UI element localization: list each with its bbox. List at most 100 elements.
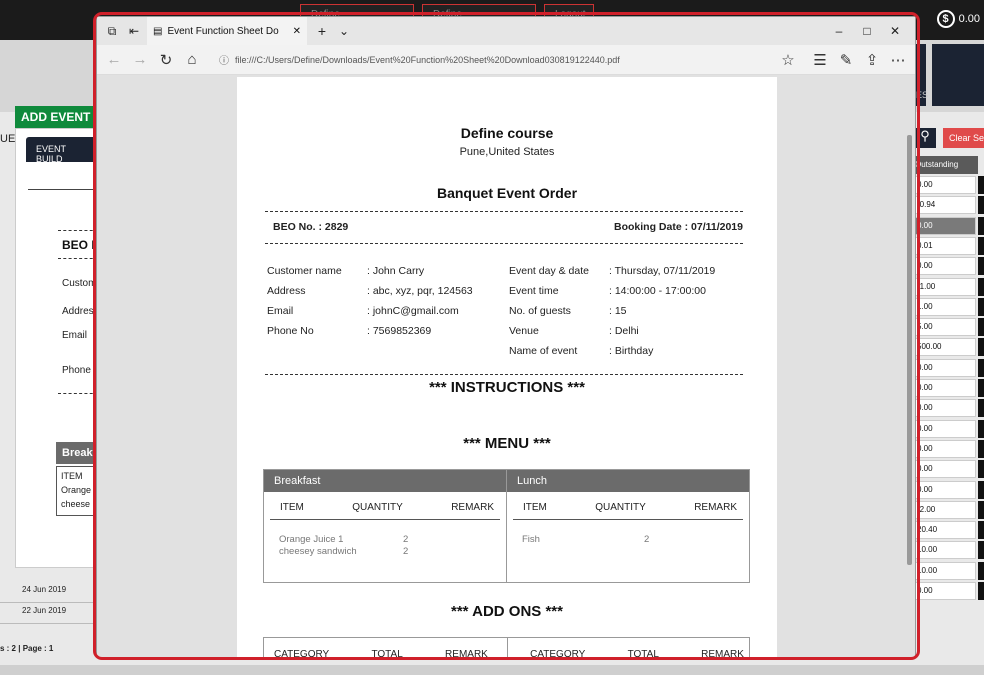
row-action[interactable] <box>978 236 984 255</box>
row-action[interactable] <box>978 216 984 235</box>
tile-label: ES <box>916 90 929 100</box>
info-label: Phone No <box>267 325 314 337</box>
row-action[interactable] <box>978 541 984 560</box>
row-action[interactable] <box>978 277 984 296</box>
toolbar-tile-2[interactable] <box>932 44 984 106</box>
divider <box>0 602 100 603</box>
breakfast-items: Orange Juice 1 2 cheesey sandwich 2 <box>264 534 506 558</box>
addons-title: *** ADD ONS *** <box>451 603 563 620</box>
home-icon[interactable]: ⌂ <box>179 51 205 68</box>
outstanding-cell: 10.00 <box>912 561 976 580</box>
pdf-viewer[interactable]: Define course Pune,United States Banquet… <box>97 75 915 657</box>
addons-columns: CATEGORY TOTAL REMARK CATEGORY TOTAL REM… <box>274 649 744 657</box>
outstanding-cell: 0.00 <box>912 460 976 479</box>
row-action[interactable] <box>978 582 984 600</box>
email-fragment: Email <box>62 330 88 341</box>
lunch-header: Lunch <box>507 470 749 492</box>
outstanding-cell: 0.00 <box>912 379 976 397</box>
orange-fragment: Orange <box>61 485 92 495</box>
outstanding-cell: 0.00 <box>912 419 976 438</box>
info-icon[interactable]: ⓘ <box>219 52 229 67</box>
row-action[interactable] <box>978 399 984 418</box>
forward-icon[interactable]: → <box>127 51 153 68</box>
status-strip <box>0 665 984 675</box>
chevron-down-icon[interactable]: ⌄ <box>337 24 351 38</box>
clear-search-button[interactable]: Clear Search <box>943 128 984 148</box>
row-action[interactable] <box>978 318 984 337</box>
row-action[interactable] <box>978 257 984 276</box>
maximize-button[interactable]: □ <box>853 24 881 38</box>
tab-title: Event Function Sheet Do <box>167 25 279 37</box>
close-window-button[interactable]: ✕ <box>881 24 909 38</box>
row-action[interactable] <box>978 379 984 397</box>
outstanding-cell: 0.00 <box>912 257 976 276</box>
row-action[interactable] <box>978 561 984 580</box>
info-label: Email <box>267 305 294 317</box>
pager-text: s : 2 | Page : 1 <box>0 644 54 653</box>
breakfast-fragment: Breakf <box>56 442 98 464</box>
lunch-items: Fish 2 <box>507 534 749 545</box>
col-category: CATEGORY <box>530 649 586 657</box>
row-action[interactable] <box>978 500 984 519</box>
row-action[interactable] <box>978 358 984 377</box>
row-action[interactable] <box>978 297 984 316</box>
row-action[interactable] <box>978 521 984 540</box>
row-action[interactable] <box>978 176 984 194</box>
left-edge-label: UE <box>0 133 16 145</box>
row-action[interactable] <box>978 480 984 499</box>
back-icon[interactable]: ← <box>101 51 127 68</box>
col-remark: REMARK <box>694 502 737 513</box>
breakfast-columns: ITEM QUANTITY REMARK <box>270 492 500 520</box>
share-icon[interactable]: ⇪ <box>859 51 885 69</box>
info-label: Customer name <box>267 265 342 277</box>
booking-date: Booking Date : 07/11/2019 <box>614 221 743 233</box>
outstanding-cell: 500.00 <box>912 338 976 357</box>
breakfast-header: Breakfast <box>264 470 506 492</box>
pen-icon[interactable]: ✎ <box>833 51 859 69</box>
search-icon[interactable]: ⚲ <box>914 128 936 148</box>
row-action[interactable] <box>978 338 984 357</box>
url-text: file:///C:/Users/Define/Downloads/Event%… <box>235 54 620 65</box>
customer-info: Customer name: John Carry Address: abc, x… <box>267 265 473 345</box>
url-field[interactable]: ⓘ file:///C:/Users/Define/Downloads/Even… <box>219 52 739 68</box>
date-cell: 24 Jun 2019 <box>22 585 67 594</box>
info-row: Phone No : 7569852369 <box>267 325 473 345</box>
row-action[interactable] <box>978 196 984 215</box>
minimize-button[interactable]: – <box>825 24 853 38</box>
close-tab-icon[interactable]: ✕ <box>293 26 301 37</box>
browser-tab[interactable]: ▤ Event Function Sheet Do ✕ <box>147 17 307 45</box>
info-value: : Thursday, 07/11/2019 <box>609 265 716 277</box>
balance-display: $ 0.00 <box>936 10 980 28</box>
favorite-star-icon[interactable]: ☆ <box>775 51 801 69</box>
addons-table: CATEGORY TOTAL REMARK CATEGORY TOTAL REM… <box>263 637 750 657</box>
col-total: TOTAL <box>371 649 403 657</box>
outstanding-cell: 0.00 <box>912 176 976 194</box>
info-label: Address <box>267 285 306 297</box>
row-action[interactable] <box>978 460 984 479</box>
more-icon[interactable]: ⋯ <box>885 51 911 69</box>
new-tab-icon[interactable]: + <box>315 24 329 38</box>
row-action[interactable] <box>978 439 984 458</box>
set-aside-tabs-icon[interactable]: ⇤ <box>127 24 141 38</box>
info-value: : John Carry <box>367 265 425 277</box>
pdf-scrollbar[interactable] <box>907 135 912 565</box>
refresh-icon[interactable]: ↻ <box>153 51 179 69</box>
item-name: Fish <box>522 534 540 545</box>
address-fragment: Addres <box>62 306 94 317</box>
divider <box>265 211 743 212</box>
info-row: Event time: 14:00:00 - 17:00:00 <box>509 285 715 305</box>
info-label: Event time <box>509 285 559 297</box>
divider <box>58 393 98 394</box>
info-value: : 7569852369 <box>367 325 432 337</box>
outstanding-cell: 1.00 <box>912 297 976 316</box>
tab-preview-icon[interactable]: ⧉ <box>105 24 119 38</box>
info-value: : 15 <box>609 305 627 317</box>
event-builder-tab[interactable]: EVENT BUILD <box>26 137 98 164</box>
favorites-bar-icon[interactable]: ☰ <box>807 51 833 69</box>
item-qty: 2 <box>644 534 650 545</box>
row-action[interactable] <box>978 419 984 438</box>
item-name: Orange Juice 1 <box>279 534 344 545</box>
item-qty: 2 <box>403 546 409 557</box>
outstanding-cell: 0.00 <box>912 216 976 235</box>
outstanding-cell: 0.00 <box>912 399 976 418</box>
